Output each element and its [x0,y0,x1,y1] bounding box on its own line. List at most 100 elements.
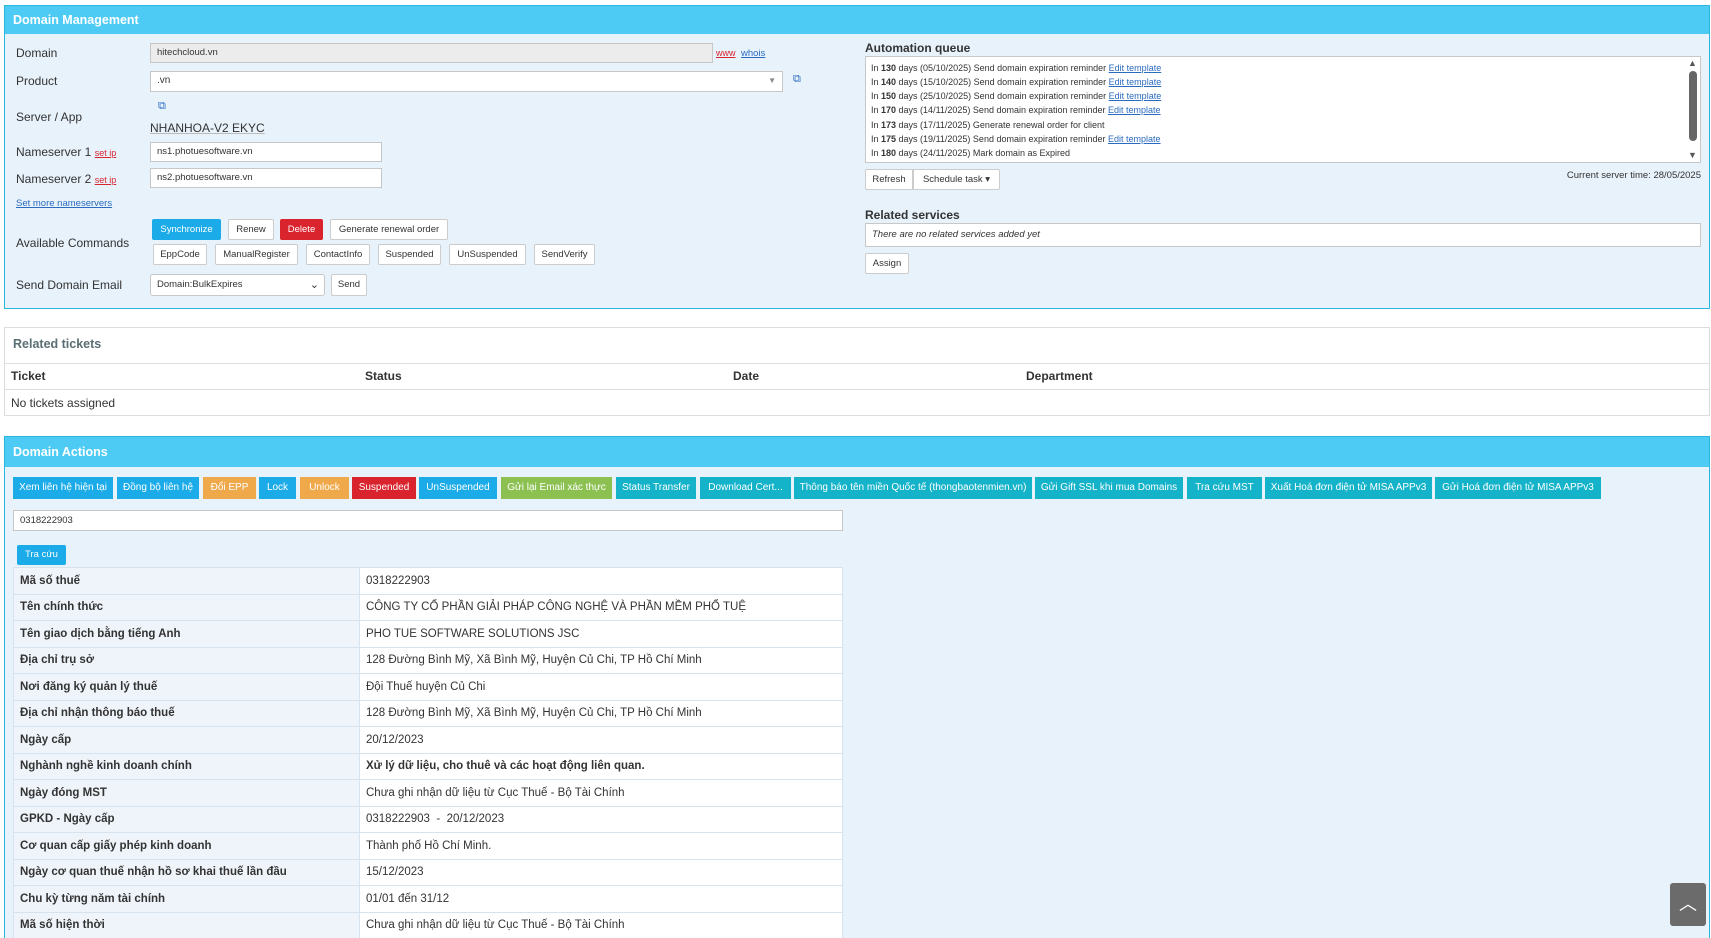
set-more-nameservers-link[interactable]: Set more nameservers [16,198,112,209]
email-template-value: Domain:BulkExpires [157,279,243,290]
tickets-header-date: Date [733,369,760,383]
ns1-set-ip-link[interactable]: set ip [95,148,117,158]
panel-title: Domain Management [5,6,1709,34]
chevron-down-icon: ⌄ [309,279,319,291]
sync-contact-button[interactable]: Đồng bộ liên hệ [117,477,199,499]
email-template-select[interactable]: Domain:BulkExpires ⌄ [150,274,325,296]
tickets-header-status: Status [365,369,402,383]
product-select[interactable]: .vn ▼ [150,71,783,92]
ns1-label: Nameserver 1 set ip [16,145,117,159]
send-email-button[interactable]: Send [331,274,367,296]
table-row: Tên chính thức CÔNG TY CỔ PHẦN GIẢI PHÁP … [13,593,843,621]
www-link[interactable]: www [716,48,736,58]
eppcode-button[interactable]: EppCode [153,244,207,265]
table-row: Chu kỳ từng năm tài chính 01/01 đến 31/12 [13,885,843,913]
renew-button[interactable]: Renew [228,219,274,240]
tickets-divider [5,389,1709,390]
tickets-header-department: Department [1026,369,1093,383]
whois-link[interactable]: whois [741,48,765,59]
generate-renewal-order-button[interactable]: Generate renewal order [330,219,448,240]
scrollbar-thumb[interactable] [1689,71,1697,141]
lookup-button[interactable]: Tra cứu [17,545,66,565]
related-services-box: There are no related services added yet [865,223,1701,247]
suspended-action-button[interactable]: Suspended [352,477,416,499]
download-cert-button[interactable]: Download Cert... [700,477,791,499]
chevron-up-icon: ︿ [1679,894,1697,914]
server-time: Current server time: 28/05/2025 [1566,170,1701,181]
send-domain-email-label: Send Domain Email [16,278,123,292]
server-value: NHANHOA-V2 EKYC [150,121,265,135]
assign-button[interactable]: Assign [865,253,909,274]
tickets-header-ticket: Ticket [11,369,46,383]
edit-template-link[interactable]: Edit template [1109,63,1162,73]
domain-label: Domain [16,46,58,60]
external-link-icon[interactable]: ⧉ [793,74,803,85]
scroll-down-icon[interactable]: ▼ [1688,150,1697,160]
table-row: Ngày đóng MST Chưa ghi nhận dữ liệu từ Cụ… [13,779,843,807]
automation-queue-title: Automation queue [865,41,971,55]
queue-item: In 140 days (15/10/2025) Send domain exp… [871,77,1162,87]
queue-item: In 175 days (19/11/2025) Send domain exp… [871,134,1161,144]
schedule-task-button[interactable]: Schedule task ▾ [913,169,1000,190]
notify-international-domain-button[interactable]: Thông báo tên miền Quốc tế (thongbaotenm… [794,477,1032,499]
sendverify-button[interactable]: SendVerify [534,244,595,265]
table-row: Ngày cơ quan thuế nhận hồ sơ khai thuế l… [13,858,843,886]
status-transfer-button[interactable]: Status Transfer [616,477,696,499]
synchronize-button[interactable]: Synchronize [152,219,221,240]
tax-info-table: Mã số thuế 0318222903 Tên chính thức CÔNG … [13,567,843,938]
queue-item: In 170 days (14/11/2025) Send domain exp… [871,105,1161,115]
suspended-button[interactable]: Suspended [378,244,441,265]
tickets-divider [5,363,1709,364]
domain-field[interactable]: hitechcloud.vn [150,43,713,63]
edit-template-link[interactable]: Edit template [1109,91,1162,101]
table-row: Ngày cấp 20/12/2023 [13,726,843,754]
edit-template-link[interactable]: Edit template [1109,77,1162,87]
scroll-top-button[interactable]: ︿ [1670,883,1706,926]
contactinfo-button[interactable]: ContactInfo [306,244,370,265]
table-row: Địa chỉ trụ sở 128 Đường Bình Mỹ, Xã Bình… [13,646,843,674]
edit-template-link[interactable]: Edit template [1108,134,1161,144]
table-row: Nghành nghề kinh doanh chính Xử lý dữ liệ… [13,752,843,780]
product-label: Product [16,74,58,88]
ns2-set-ip-link[interactable]: set ip [95,175,117,185]
ns1-field[interactable]: ns1.photuesoftware.vn [150,142,382,162]
unlock-button[interactable]: Unlock [300,477,349,499]
resend-verify-email-button[interactable]: Gửi lại Email xác thực [501,477,612,499]
table-row: Tên giao dịch bằng tiếng Anh PHO TUE SOFT… [13,620,843,648]
scroll-up-icon[interactable]: ▲ [1688,58,1697,68]
unsuspended-button[interactable]: UnSuspended [449,244,526,265]
edit-template-link[interactable]: Edit template [1108,105,1161,115]
ns2-label: Nameserver 2 set ip [16,172,117,186]
available-commands-label: Available Commands [16,236,130,250]
delete-button[interactable]: Delete [280,219,323,240]
table-row: Cơ quan cấp giấy phép kinh doanh Thành ph… [13,832,843,860]
table-row: Địa chỉ nhận thông báo thuế 128 Đường Bìn… [13,699,843,727]
mst-input[interactable]: 0318222903 [13,510,843,531]
export-invoice-button[interactable]: Xuất Hoá đơn điện tử MISA APPv3 [1265,477,1432,499]
view-contact-button[interactable]: Xem liên hệ hiện tại [13,477,113,499]
send-invoice-button[interactable]: Gửi Hoá đơn điện tử MISA APPv3 [1435,477,1601,499]
related-tickets-title: Related tickets [13,337,102,351]
send-gift-ssl-button[interactable]: Gửi Gift SSL khi mua Domains [1035,477,1183,499]
related-services-title: Related services [865,208,960,222]
lookup-mst-button[interactable]: Tra cứu MST [1187,477,1262,499]
ns2-field[interactable]: ns2.photuesoftware.vn [150,168,382,188]
queue-item: In 150 days (25/10/2025) Send domain exp… [871,91,1162,101]
table-row: Mã số thuế 0318222903 [13,567,843,595]
manualregister-button[interactable]: ManualRegister [215,244,298,265]
domain-actions-title: Domain Actions [5,437,1709,467]
product-value: .vn [157,75,171,86]
no-tickets-text: No tickets assigned [11,396,116,410]
external-link-icon[interactable]: ⧉ [158,101,168,112]
lock-button[interactable]: Lock [259,477,296,499]
related-tickets-panel [4,327,1710,416]
refresh-button[interactable]: Refresh [865,169,913,190]
unsuspended-action-button[interactable]: UnSuspended [419,477,497,499]
change-epp-button[interactable]: Đổi EPP [203,477,256,499]
queue-scrollbar[interactable]: ▲ ▼ [1687,58,1699,161]
table-row: Mã số hiện thời Chưa ghi nhận dữ liệu từ … [13,911,843,938]
server-label: Server / App [16,110,83,124]
table-row: Nơi đăng ký quản lý thuế Đội Thuế huyện C… [13,673,843,701]
chevron-down-icon: ▼ [768,76,776,85]
table-row: GPKD - Ngày cấp 0318222903 - 20/12/2023 [13,805,843,833]
